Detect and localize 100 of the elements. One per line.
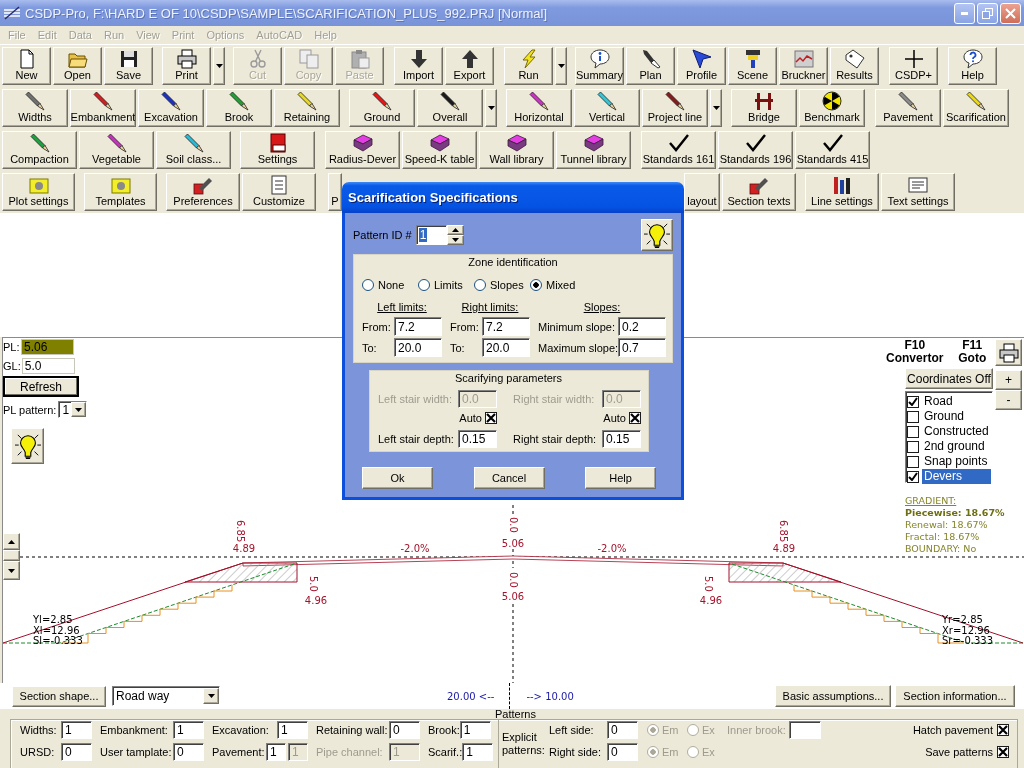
toolbar-button[interactable]: Export <box>445 47 494 85</box>
dropdown-button[interactable] <box>213 47 225 85</box>
dropdown-button[interactable] <box>485 89 497 127</box>
checkbox[interactable] <box>907 470 919 483</box>
input-field[interactable]: 0.7 <box>618 338 667 357</box>
scroll-thumb[interactable] <box>3 550 20 561</box>
toolbar-button[interactable]: Text settings <box>881 173 955 211</box>
coordinates-button[interactable]: Coordinates Off <box>905 368 993 389</box>
input-field[interactable]: 1 <box>173 721 204 739</box>
toolbar-button[interactable]: Standards 415 <box>795 131 870 169</box>
toolbar-button[interactable]: Tunnel library <box>556 131 631 169</box>
checkbox[interactable] <box>907 395 919 408</box>
checkbox[interactable] <box>485 412 497 424</box>
toolbar-button[interactable]: Plot settings <box>2 173 75 211</box>
spin-down-button[interactable] <box>446 235 464 245</box>
zoom-in-button[interactable]: + <box>995 370 1022 390</box>
input-field[interactable]: 20.0 <box>394 338 442 357</box>
checkbox[interactable] <box>907 410 919 423</box>
toolbar-button[interactable]: Profile <box>677 47 726 85</box>
toolbar-button[interactable]: Soil class... <box>156 131 231 169</box>
input-field[interactable]: 0 <box>61 743 92 761</box>
toolbar-button[interactable]: Summary <box>575 47 624 85</box>
toolbar-button[interactable]: Settings <box>240 131 315 169</box>
layer-item[interactable]: Devers <box>922 469 991 484</box>
toolbar-button[interactable]: Ground <box>349 89 415 127</box>
radio-label[interactable]: Mixed <box>546 279 576 291</box>
toolbar-button[interactable]: Vegetable <box>79 131 154 169</box>
dropdown-button[interactable] <box>710 89 722 127</box>
toolbar-button[interactable]: Bridge <box>731 89 797 127</box>
section-information-button[interactable]: Section information... <box>895 685 1015 707</box>
toolbar-button[interactable]: Compaction <box>2 131 77 169</box>
toolbar-button[interactable]: Section texts <box>722 173 796 211</box>
zoom-out-button[interactable]: - <box>995 390 1022 410</box>
print-button[interactable] <box>995 339 1022 366</box>
toolbar-button[interactable]: Open <box>53 47 102 85</box>
toolbar-button[interactable]: Retaining <box>274 89 340 127</box>
toolbar-button[interactable]: Run <box>504 47 553 85</box>
checkbox[interactable] <box>629 412 641 424</box>
input-field[interactable]: 1 <box>277 721 308 739</box>
toolbar-button[interactable]: Plan <box>626 47 675 85</box>
layer-item[interactable]: Constructed <box>922 424 991 439</box>
checkbox[interactable] <box>907 425 919 438</box>
pattern-select[interactable]: 1 <box>58 401 88 418</box>
toolbar-button[interactable]: P <box>328 173 342 211</box>
input-field[interactable]: 1 <box>462 743 494 761</box>
toolbar-button[interactable]: layout <box>684 173 720 211</box>
toolbar-button[interactable]: Standards 196 <box>718 131 793 169</box>
toolbar-button[interactable]: Excavation <box>138 89 204 127</box>
radio-button[interactable] <box>362 279 374 291</box>
toolbar-button[interactable]: Scarification <box>943 89 1009 127</box>
lightbulb-button[interactable] <box>641 219 673 251</box>
toolbar-button[interactable]: Print <box>162 47 211 85</box>
input-field[interactable]: 7.2 <box>482 317 530 336</box>
refresh-button[interactable]: Refresh <box>3 376 79 397</box>
input-field[interactable]: 1 <box>266 743 286 761</box>
basic-assumptions-button[interactable]: Basic assumptions... <box>775 685 891 707</box>
toolbar-button[interactable]: Results <box>830 47 879 85</box>
toolbar-button[interactable]: CSDP+ <box>889 47 938 85</box>
toolbar-button[interactable]: Preferences <box>166 173 240 211</box>
toolbar-button[interactable]: Save <box>104 47 153 85</box>
toolbar-button[interactable]: Help <box>948 47 997 85</box>
radio-button[interactable] <box>418 279 430 291</box>
radio-label[interactable]: Slopes <box>490 279 524 291</box>
section-shape-button[interactable]: Section shape... <box>12 685 106 707</box>
toolbar-button[interactable]: Widths <box>2 89 68 127</box>
pattern-id-field[interactable]: 1 <box>415 225 447 245</box>
dropdown-button[interactable] <box>203 688 219 704</box>
toolbar-button[interactable]: Project line <box>642 89 708 127</box>
input-field[interactable]: 0.15 <box>458 430 497 448</box>
dialog-button[interactable]: Cancel <box>473 467 545 489</box>
dropdown-button[interactable] <box>71 402 87 417</box>
input-field[interactable]: 0 <box>607 743 638 761</box>
toolbar-button[interactable]: Templates <box>84 173 157 211</box>
scroll-up-button[interactable] <box>3 533 20 550</box>
input-field[interactable]: 0.15 <box>602 430 641 448</box>
toolbar-button[interactable]: Scene <box>728 47 777 85</box>
radio-button[interactable] <box>530 279 542 291</box>
pl-field[interactable]: 5.06 <box>21 339 74 355</box>
input-field[interactable]: 0 <box>389 721 420 739</box>
input-field[interactable] <box>789 721 821 739</box>
close-button[interactable] <box>1000 2 1021 24</box>
shape-select[interactable]: Road way <box>112 686 220 706</box>
spin-up-button[interactable] <box>446 225 464 235</box>
toolbar-button[interactable]: Radius-Dever <box>325 131 400 169</box>
toolbar-button[interactable]: Embankment <box>70 89 136 127</box>
layer-item[interactable]: Road <box>922 394 991 409</box>
input-field[interactable]: 7.2 <box>394 317 442 336</box>
toolbar-button[interactable]: Import <box>394 47 443 85</box>
input-field[interactable]: 20.0 <box>482 338 530 357</box>
layer-item[interactable]: Snap points <box>922 454 991 469</box>
lightbulb-button[interactable] <box>11 428 44 464</box>
checkbox[interactable] <box>907 440 919 453</box>
scroll-down-button[interactable] <box>3 561 20 580</box>
layer-item[interactable]: 2nd ground <box>922 439 991 454</box>
toolbar-button[interactable]: Vertical <box>574 89 640 127</box>
toolbar-button[interactable]: Wall library <box>479 131 554 169</box>
input-field[interactable]: 0 <box>173 743 204 761</box>
toolbar-button[interactable]: New <box>2 47 51 85</box>
toolbar-button[interactable]: Brook <box>206 89 272 127</box>
checkbox[interactable] <box>907 455 919 468</box>
